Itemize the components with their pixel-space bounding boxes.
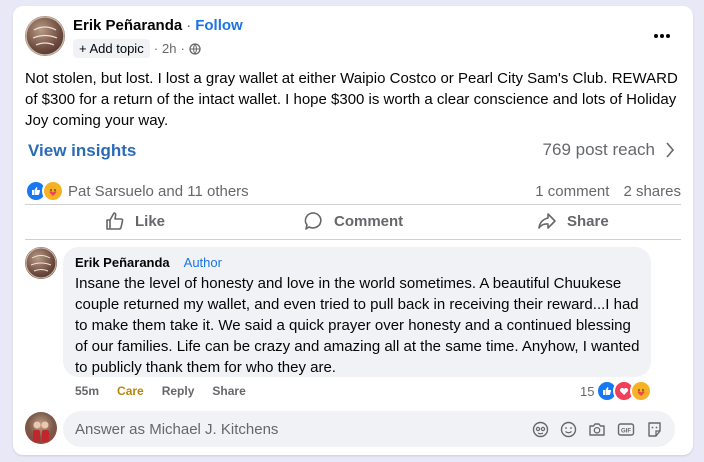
like-button[interactable]: Like xyxy=(105,211,165,231)
thumbs-up-icon xyxy=(106,212,124,230)
divider-top xyxy=(25,204,681,205)
comment-reactions[interactable]: 15 xyxy=(580,380,653,402)
comment-bubble-icon xyxy=(304,212,322,230)
meta-separator-2: · xyxy=(180,41,185,56)
meta-separator: · xyxy=(153,41,159,56)
comment-text: Insane the level of honesty and love in … xyxy=(75,275,640,376)
shares-count[interactable]: 2 shares xyxy=(623,183,681,200)
comment-time[interactable]: 55m xyxy=(75,384,99,398)
follow-button[interactable]: Follow xyxy=(195,17,243,34)
comment-bubble: Erik Peñaranda Author Insane the level o… xyxy=(63,247,651,377)
camera-icon[interactable] xyxy=(588,421,606,438)
name-separator: · xyxy=(186,17,192,34)
post-reach-label: 769 post reach xyxy=(542,140,655,159)
composer-tools: GIF xyxy=(532,421,663,438)
emoji-icon[interactable] xyxy=(560,421,577,438)
post-text: Not stolen, but lost. I lost a gray wall… xyxy=(25,70,678,129)
post-time[interactable]: 2h xyxy=(162,41,176,56)
comment-author-name[interactable]: Erik Peñaranda xyxy=(75,255,170,270)
chevron-right-icon xyxy=(666,142,675,158)
comment-input[interactable]: Answer as Michael J. Kitchens GIF xyxy=(63,411,675,447)
avatar-sticker-icon[interactable] xyxy=(532,421,549,438)
author-badge: Author xyxy=(183,255,222,270)
post-meta: + Add topic · 2h · xyxy=(73,39,201,58)
comment-label: Comment xyxy=(334,212,404,230)
comment-input-placeholder: Answer as Michael J. Kitchens xyxy=(75,420,279,438)
share-arrow-icon xyxy=(538,213,556,229)
comment-reaction-count: 15 xyxy=(580,383,595,399)
like-label: Like xyxy=(135,212,166,230)
view-insights-link[interactable]: View insights xyxy=(28,141,136,161)
gif-icon[interactable]: GIF xyxy=(617,421,635,438)
share-button[interactable]: Share xyxy=(537,211,609,231)
comments-count[interactable]: 1 comment xyxy=(535,183,609,200)
divider-bottom xyxy=(25,239,681,240)
post-card: Erik Peñaranda · Follow + Add topic · 2h… xyxy=(13,6,693,455)
engagement-counts: 1 comment 2 shares xyxy=(535,183,681,200)
commenter-avatar[interactable] xyxy=(25,247,57,279)
more-options-icon[interactable] xyxy=(653,26,671,38)
globe-icon xyxy=(189,42,201,55)
author-avatar[interactable] xyxy=(25,16,65,56)
comment-button[interactable]: Comment xyxy=(304,211,403,231)
comment-actions: 55m Care Reply Share xyxy=(75,384,246,398)
svg-text:GIF: GIF xyxy=(621,428,631,434)
viewer-avatar[interactable] xyxy=(25,412,57,444)
care-reaction-icon xyxy=(42,180,64,202)
comment-care-icon xyxy=(630,380,653,402)
reactions-text: Pat Sarsuelo and 11 others xyxy=(68,182,249,200)
add-topic-button[interactable]: + Add topic xyxy=(73,39,150,58)
post-reach[interactable]: 769 post reach xyxy=(543,140,675,160)
comment-reply-button[interactable]: Reply xyxy=(162,384,195,398)
share-label: Share xyxy=(567,212,609,230)
sticker-icon[interactable] xyxy=(646,421,663,438)
post-author-name[interactable]: Erik Peñaranda xyxy=(73,17,182,34)
comment-share-button[interactable]: Share xyxy=(212,384,245,398)
comment-care-button[interactable]: Care xyxy=(117,384,144,398)
reactions-summary[interactable]: Pat Sarsuelo and 11 others xyxy=(25,180,249,202)
